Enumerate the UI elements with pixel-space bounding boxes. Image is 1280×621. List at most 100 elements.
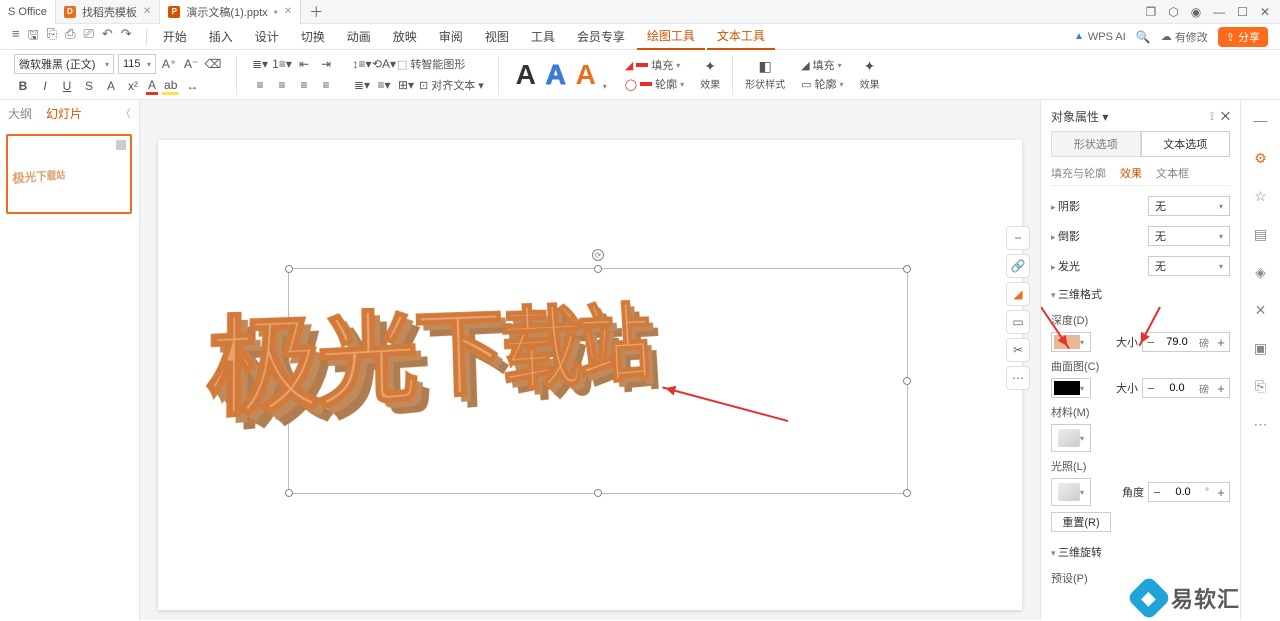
tools-icon[interactable]: ✂	[1006, 338, 1030, 362]
canvas-area[interactable]: ⟳ 极光下载站 − 🔗 ◢ ▭ ✂ ⋯	[140, 100, 1040, 620]
menu-icon[interactable]: ≡	[12, 26, 20, 48]
shape-effect-button[interactable]: ✦效果	[856, 58, 884, 91]
subtab-textbox[interactable]: 文本框	[1156, 165, 1189, 181]
star-icon[interactable]: ☆	[1251, 186, 1271, 206]
tab-document[interactable]: P 演示文稿(1).pptx • ✕	[160, 0, 301, 24]
bold-icon[interactable]: B	[14, 77, 32, 95]
new-tab-button[interactable]: ＋	[301, 2, 331, 22]
rotate-handle[interactable]: ⟳	[592, 249, 604, 261]
menu-start[interactable]: 开始	[153, 24, 197, 49]
tab-shape-options[interactable]: 形状选项	[1051, 131, 1141, 157]
menu-view[interactable]: 视图	[475, 24, 519, 49]
depth-value-input[interactable]	[1159, 336, 1195, 348]
cube-icon[interactable]: ⬡	[1168, 5, 1178, 19]
menu-slideshow[interactable]: 放映	[383, 24, 427, 49]
resize-handle[interactable]	[594, 489, 602, 497]
wordart-style-1[interactable]: A	[513, 59, 539, 91]
contour-size-spinner[interactable]: − 磅 +	[1142, 378, 1230, 398]
grow-font-icon[interactable]: A⁺	[160, 55, 178, 73]
italic-icon[interactable]: I	[36, 77, 54, 95]
text-effect-button[interactable]: ✦效果	[696, 58, 724, 91]
close-icon[interactable]: ✕	[284, 6, 292, 17]
reset-button[interactable]: 重置(R)	[1051, 512, 1111, 532]
resize-handle[interactable]	[594, 265, 602, 273]
bullets-icon[interactable]: ≣▾	[251, 55, 269, 73]
more-strip-icon[interactable]: ⋯	[1251, 414, 1271, 434]
indent-icon[interactable]: ⇥	[317, 55, 335, 73]
decrement-button[interactable]: −	[1149, 483, 1165, 501]
superscript-icon[interactable]: x²	[124, 77, 142, 95]
tools-strip-icon[interactable]: ✕	[1251, 300, 1271, 320]
tab-template[interactable]: D 找稻壳模板 ✕	[56, 0, 160, 24]
size-select[interactable]: 115▾	[118, 54, 156, 74]
material-select[interactable]: ▾	[1051, 424, 1091, 452]
menu-insert[interactable]: 插入	[199, 24, 243, 49]
glow-select[interactable]: 无▾	[1148, 256, 1230, 276]
minimize-panel-icon[interactable]: —	[1251, 110, 1271, 130]
angle-spinner[interactable]: − ° +	[1148, 482, 1230, 502]
reflection-label[interactable]: 倒影	[1051, 228, 1080, 244]
tab-slides[interactable]: 幻灯片	[46, 105, 82, 122]
resize-handle[interactable]	[903, 489, 911, 497]
menu-animation[interactable]: 动画	[337, 24, 381, 49]
close-icon[interactable]: ✕	[143, 6, 151, 17]
3d-text[interactable]: 极光下载站	[205, 275, 745, 439]
line-spacing-icon[interactable]: ↕≡▾	[353, 55, 371, 73]
settings-strip-icon[interactable]: ⚙	[1251, 148, 1271, 168]
highlight-icon[interactable]: ab	[162, 77, 179, 95]
depth-size-spinner[interactable]: − 磅 +	[1142, 332, 1230, 352]
char-spacing-icon[interactable]: ↔	[183, 77, 201, 95]
menu-tools[interactable]: 工具	[521, 24, 565, 49]
font-color-icon[interactable]: A	[146, 77, 158, 95]
fit-text-button[interactable]: ⊡ 对齐文本▾	[419, 77, 484, 93]
slide[interactable]: ⟳ 极光下载站	[158, 140, 1022, 610]
clear-format-icon[interactable]: ⌫	[204, 55, 222, 73]
template-strip-icon[interactable]: ▣	[1251, 338, 1271, 358]
increment-button[interactable]: +	[1213, 483, 1229, 501]
subtab-fill[interactable]: 填充与轮廓	[1051, 165, 1106, 181]
text-direction-icon[interactable]: ⟲A▾	[375, 55, 393, 73]
save-icon[interactable]: 🖫	[28, 26, 39, 48]
menu-review[interactable]: 审阅	[429, 24, 473, 49]
link-icon[interactable]: 🔗	[1006, 254, 1030, 278]
shadow-label[interactable]: 阴影	[1051, 198, 1080, 214]
decrement-button[interactable]: −	[1143, 379, 1159, 397]
list-level-icon[interactable]: ⊞▾	[397, 76, 415, 94]
wps-ai-button[interactable]: WPS AI	[1074, 31, 1126, 43]
fill-tool-icon[interactable]: ◢	[1006, 282, 1030, 306]
subtab-effect[interactable]: 效果	[1120, 165, 1142, 181]
export-icon[interactable]: ⎘	[47, 26, 57, 48]
menu-member[interactable]: 会员专享	[567, 24, 635, 49]
layers-icon[interactable]: ▤	[1251, 224, 1271, 244]
wordart-more-icon[interactable]: ▾	[603, 82, 607, 91]
align-right-icon[interactable]: ≡	[295, 76, 313, 94]
close-panel-icon[interactable]: ✕	[1221, 109, 1230, 123]
print-icon[interactable]: ⎙	[65, 26, 75, 48]
columns-icon[interactable]: ≣▾	[353, 76, 371, 94]
search-icon[interactable]: 🔍	[1136, 30, 1151, 44]
convert-smartart-button[interactable]: ⬚ 转智能图形	[397, 56, 465, 72]
contour-value-input[interactable]	[1159, 382, 1195, 394]
tab-office[interactable]: S Office	[0, 0, 56, 24]
align-center-icon[interactable]: ≡	[273, 76, 291, 94]
font-select[interactable]: 微软雅黑 (正文)▾	[14, 54, 114, 74]
slide-thumbnail-1[interactable]: 极光下载站	[6, 134, 132, 214]
shrink-font-icon[interactable]: A⁻	[182, 55, 200, 73]
clipboard-icon[interactable]: ⎘	[1251, 376, 1271, 396]
changes-indicator[interactable]: ☁ 有修改	[1161, 29, 1208, 45]
redo-icon[interactable]: ↷	[121, 26, 132, 48]
angle-value-input[interactable]	[1165, 486, 1201, 498]
resize-handle[interactable]	[903, 265, 911, 273]
resize-handle[interactable]	[285, 489, 293, 497]
close-window-icon[interactable]: ✕	[1260, 5, 1270, 19]
animation-icon[interactable]: ◈	[1251, 262, 1271, 282]
align-left-icon[interactable]: ≡	[251, 76, 269, 94]
3d-rotation-header[interactable]: 三维旋转	[1051, 544, 1102, 560]
wordart-style-2[interactable]: A	[543, 59, 569, 91]
more-icon[interactable]: ⋯	[1006, 366, 1030, 390]
shape-fill-button[interactable]: ◢填充▾	[801, 57, 841, 73]
minimize-icon[interactable]: —	[1213, 5, 1225, 19]
globe-icon[interactable]: ◉	[1191, 5, 1201, 19]
reflection-select[interactable]: 无▾	[1148, 226, 1230, 246]
contour-color-select[interactable]: ▾	[1051, 378, 1091, 398]
